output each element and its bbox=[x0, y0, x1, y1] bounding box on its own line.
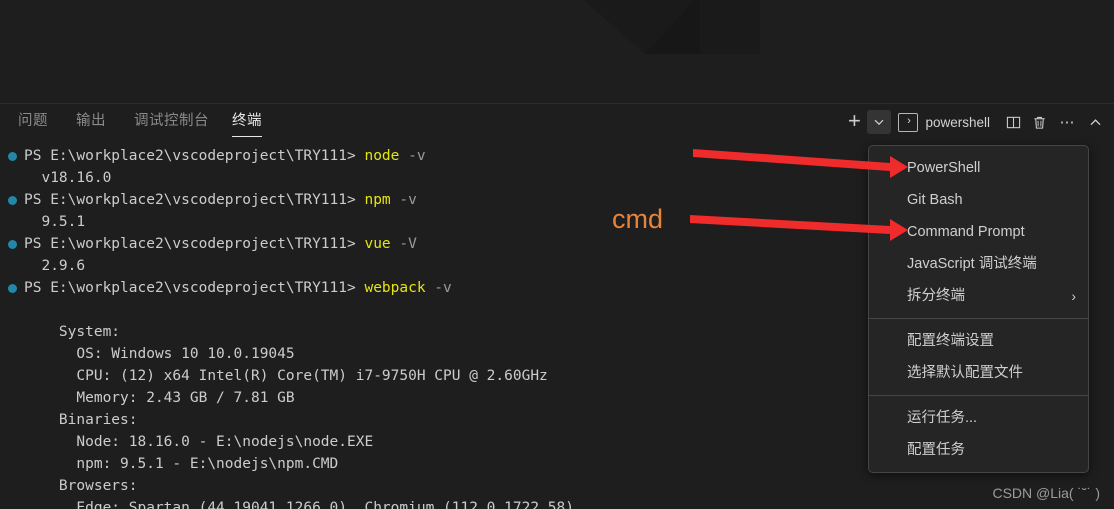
terminal-command-token: webpack bbox=[364, 280, 426, 296]
active-terminal-tab[interactable]: › powershell bbox=[898, 112, 990, 132]
menu-item[interactable]: PowerShell bbox=[869, 152, 1088, 184]
menu-item[interactable]: 配置终端设置 bbox=[869, 325, 1088, 357]
menu-separator bbox=[869, 318, 1088, 319]
menu-item[interactable]: JavaScript 调试终端 bbox=[869, 248, 1088, 280]
menu-item-label: 运行任务... bbox=[907, 410, 978, 426]
terminal-command-token: npm bbox=[364, 192, 391, 208]
menu-item[interactable]: 运行任务... bbox=[869, 402, 1088, 434]
terminal-output-text: System: bbox=[24, 324, 121, 340]
command-status-dot bbox=[8, 240, 17, 249]
menu-item-label: PowerShell bbox=[907, 160, 981, 176]
cmd-annotation-label: cmd bbox=[612, 204, 664, 234]
menu-item-label: JavaScript 调试终端 bbox=[907, 256, 1037, 272]
terminal-output-text: npm: 9.5.1 - E:\nodejs\npm.CMD bbox=[24, 456, 339, 472]
terminal-argument-token: -v bbox=[390, 192, 417, 208]
editor-area bbox=[0, 0, 1114, 104]
tab-terminal[interactable]: 终端 bbox=[232, 104, 262, 139]
menu-item[interactable]: Command Prompt bbox=[869, 216, 1088, 248]
chevron-up-icon bbox=[1089, 118, 1101, 125]
terminal-output-text: 9.5.1 bbox=[24, 214, 86, 230]
kill-terminal-button[interactable] bbox=[1026, 110, 1052, 134]
terminal-output-text: Binaries: bbox=[24, 412, 138, 428]
terminal-prompt: PS E:\workplace2\vscodeproject\TRY111> bbox=[24, 192, 365, 208]
menu-item-label: 配置任务 bbox=[907, 442, 965, 458]
tab-problems[interactable]: 问题 bbox=[18, 104, 48, 139]
chevron-down-icon bbox=[875, 119, 884, 126]
split-editor-icon bbox=[1006, 116, 1020, 128]
terminal-command-token: vue bbox=[364, 236, 391, 252]
terminal-prompt: PS E:\workplace2\vscodeproject\TRY111> bbox=[24, 236, 365, 252]
menu-item-label: 配置终端设置 bbox=[907, 333, 994, 349]
terminal-output-text: 2.9.6 bbox=[24, 258, 86, 274]
panel-tab-bar: 问题 输出 调试控制台 终端 + › powershell ⋯ bbox=[0, 104, 1114, 140]
terminal-argument-token: -v bbox=[399, 148, 426, 164]
terminal-argument-token: -v bbox=[425, 280, 452, 296]
menu-item[interactable]: 配置任务 bbox=[869, 434, 1088, 466]
menu-item[interactable]: 拆分终端 › bbox=[869, 280, 1088, 312]
trash-icon bbox=[1033, 116, 1045, 129]
menu-item-label: 拆分终端 bbox=[907, 288, 965, 304]
menu-item-label: 选择默认配置文件 bbox=[907, 365, 1023, 381]
terminal-profile-dropdown-button[interactable] bbox=[867, 110, 892, 134]
terminal-icon: › bbox=[898, 112, 919, 132]
terminal-name-label: powershell bbox=[925, 114, 990, 130]
terminal-output-line: Edge: Spartan (44.19041.1266.0), Chromiu… bbox=[0, 497, 1114, 509]
menu-item-label: Git Bash bbox=[907, 192, 963, 208]
hide-panel-button[interactable] bbox=[1082, 110, 1108, 134]
terminal-output-text: Node: 18.16.0 - E:\nodejs\node.EXE bbox=[24, 434, 374, 450]
command-status-dot bbox=[8, 196, 17, 205]
chevron-right-icon: › bbox=[1071, 288, 1076, 304]
terminal-output-text: Edge: Spartan (44.19041.1266.0), Chromiu… bbox=[24, 500, 574, 509]
terminal-argument-token: -V bbox=[390, 236, 417, 252]
menu-item-label: Command Prompt bbox=[907, 224, 1025, 240]
terminal-prompt: PS E:\workplace2\vscodeproject\TRY111> bbox=[24, 148, 365, 164]
csdn-watermark: CSDN @Lia( ˙˘˙ ) bbox=[992, 485, 1100, 501]
vscode-logo-watermark bbox=[583, 0, 760, 54]
terminal-output-text: OS: Windows 10 10.0.19045 bbox=[24, 346, 295, 362]
tab-output[interactable]: 输出 bbox=[76, 104, 106, 139]
command-status-dot bbox=[8, 152, 17, 161]
terminal-toolbar: + › powershell ⋯ bbox=[841, 104, 1114, 140]
terminal-profile-menu: PowerShell Git Bash Command Prompt JavaScri… bbox=[868, 145, 1089, 473]
tab-debug-console[interactable]: 调试控制台 bbox=[134, 104, 209, 139]
new-terminal-button[interactable]: + bbox=[841, 109, 867, 136]
terminal-prompt: PS E:\workplace2\vscodeproject\TRY111> bbox=[24, 280, 365, 296]
menu-item[interactable]: 选择默认配置文件 bbox=[869, 357, 1088, 389]
terminal-output-text: Memory: 2.43 GB / 7.81 GB bbox=[24, 390, 295, 406]
menu-item[interactable]: Git Bash bbox=[869, 184, 1088, 216]
split-terminal-button[interactable] bbox=[1000, 110, 1026, 134]
terminal-command-token: node bbox=[364, 148, 400, 164]
command-status-dot bbox=[8, 284, 17, 293]
terminal-output-text: Browsers: bbox=[24, 478, 138, 494]
terminal-output-text: v18.16.0 bbox=[24, 170, 112, 186]
terminal-output-line: Browsers: bbox=[0, 475, 1114, 497]
terminal-output-text: CPU: (12) x64 Intel(R) Core(TM) i7-9750H… bbox=[24, 368, 548, 384]
more-actions-button[interactable]: ⋯ bbox=[1054, 110, 1080, 134]
menu-separator bbox=[869, 395, 1088, 396]
